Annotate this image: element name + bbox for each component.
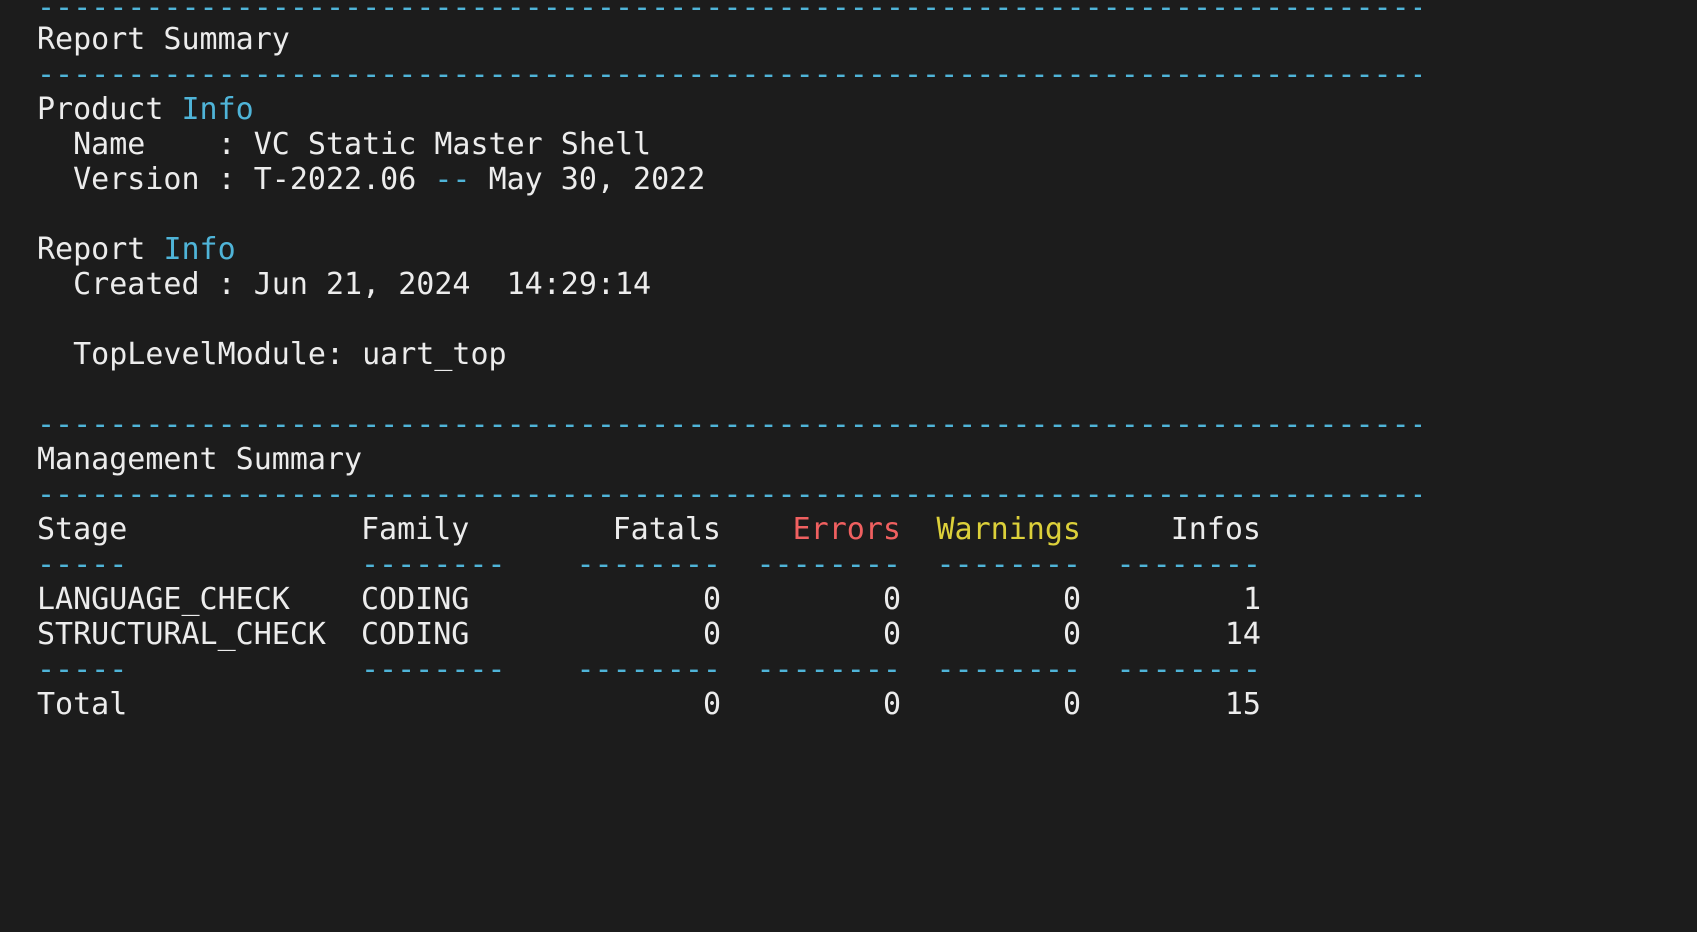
dash-warnings: -------- xyxy=(936,547,1082,582)
table-row: STRUCTURAL_CHECK CODING 0 0 0 14 xyxy=(37,617,1277,652)
terminal-output: ----------------------------------------… xyxy=(37,0,1677,787)
dash-errors: -------- xyxy=(756,652,902,687)
cell-stage: STRUCTURAL_CHECK xyxy=(37,617,326,652)
separator-rule: ----------------------------------------… xyxy=(37,477,1421,512)
column-header-family: Family xyxy=(361,512,470,547)
cell-errors: 0 xyxy=(882,617,901,652)
version-separator: -- xyxy=(416,162,489,197)
cell-fatals: 0 xyxy=(702,617,721,652)
column-header-fatals: Fatals xyxy=(612,512,721,547)
total-row: Total 0 0 0 15 xyxy=(37,687,1277,722)
total-infos: 15 xyxy=(1224,687,1261,722)
heading-accent: Info xyxy=(181,92,254,127)
heading-word: Product xyxy=(37,92,164,127)
heading-accent: Info xyxy=(163,232,236,267)
version-value: T-2022.06 xyxy=(253,162,417,197)
total-warnings: 0 xyxy=(1062,687,1081,722)
created-value: Jun 21, 2024 14:29:14 xyxy=(253,267,652,302)
cell-family: CODING xyxy=(361,617,470,652)
cell-stage: LANGUAGE_CHECK xyxy=(37,582,290,617)
total-errors: 0 xyxy=(882,687,901,722)
table-header-row: Stage Family Fatals Errors Warnings Info… xyxy=(37,512,1261,547)
report-summary-title: Report Summary xyxy=(37,22,290,57)
name-label: Name : xyxy=(37,127,254,162)
top-module-line: TopLevelModule: uart_top xyxy=(37,337,507,372)
product-info-heading: Product Info xyxy=(37,92,254,127)
separator-rule: ----------------------------------------… xyxy=(37,407,1421,442)
cell-infos: 14 xyxy=(1224,617,1261,652)
report-info-heading: Report Info xyxy=(37,232,236,267)
dash-stage: ----- xyxy=(37,547,128,582)
product-version-line: Version : T-2022.06 -- May 30, 2022 xyxy=(37,162,705,197)
cell-fatals: 0 xyxy=(702,582,721,617)
name-value: VC Static Master Shell xyxy=(253,127,652,162)
column-header-stage: Stage xyxy=(37,512,128,547)
dash-errors: -------- xyxy=(756,547,902,582)
dash-infos: -------- xyxy=(1116,547,1262,582)
total-label: Total xyxy=(37,687,128,722)
version-label: Version : xyxy=(37,162,254,197)
heading-word: Report xyxy=(37,232,146,267)
created-line: Created : Jun 21, 2024 14:29:14 xyxy=(37,267,651,302)
dash-stage: ----- xyxy=(37,652,128,687)
separator-rule: ----------------------------------------… xyxy=(37,57,1421,92)
total-fatals: 0 xyxy=(702,687,721,722)
dash-fatals: -------- xyxy=(576,652,722,687)
top-module-value: uart_top xyxy=(362,337,507,372)
dash-family: -------- xyxy=(361,652,506,687)
cell-warnings: 0 xyxy=(1062,582,1081,617)
product-name-line: Name : VC Static Master Shell xyxy=(37,127,651,162)
total-underline: ----- -------- -------- -------- -------… xyxy=(37,652,1277,687)
table-row: LANGUAGE_CHECK CODING 0 0 0 1 xyxy=(37,582,1277,617)
version-date: May 30, 2022 xyxy=(488,162,706,197)
header-underline: ----- -------- -------- -------- -------… xyxy=(37,547,1277,582)
dash-fatals: -------- xyxy=(576,547,722,582)
top-module-label: TopLevelModule: xyxy=(37,337,363,372)
created-label: Created : xyxy=(37,267,254,302)
dash-warnings: -------- xyxy=(936,652,1082,687)
column-header-infos: Infos xyxy=(1170,512,1261,547)
management-summary-title: Management Summary xyxy=(37,442,363,477)
cell-family: CODING xyxy=(361,582,470,617)
column-header-warnings: Warnings xyxy=(936,512,1082,547)
column-header-errors: Errors xyxy=(792,512,901,547)
dash-family: -------- xyxy=(361,547,506,582)
cell-infos: 1 xyxy=(1242,582,1261,617)
cell-errors: 0 xyxy=(882,582,901,617)
dash-infos: -------- xyxy=(1116,652,1262,687)
cell-warnings: 0 xyxy=(1062,617,1081,652)
